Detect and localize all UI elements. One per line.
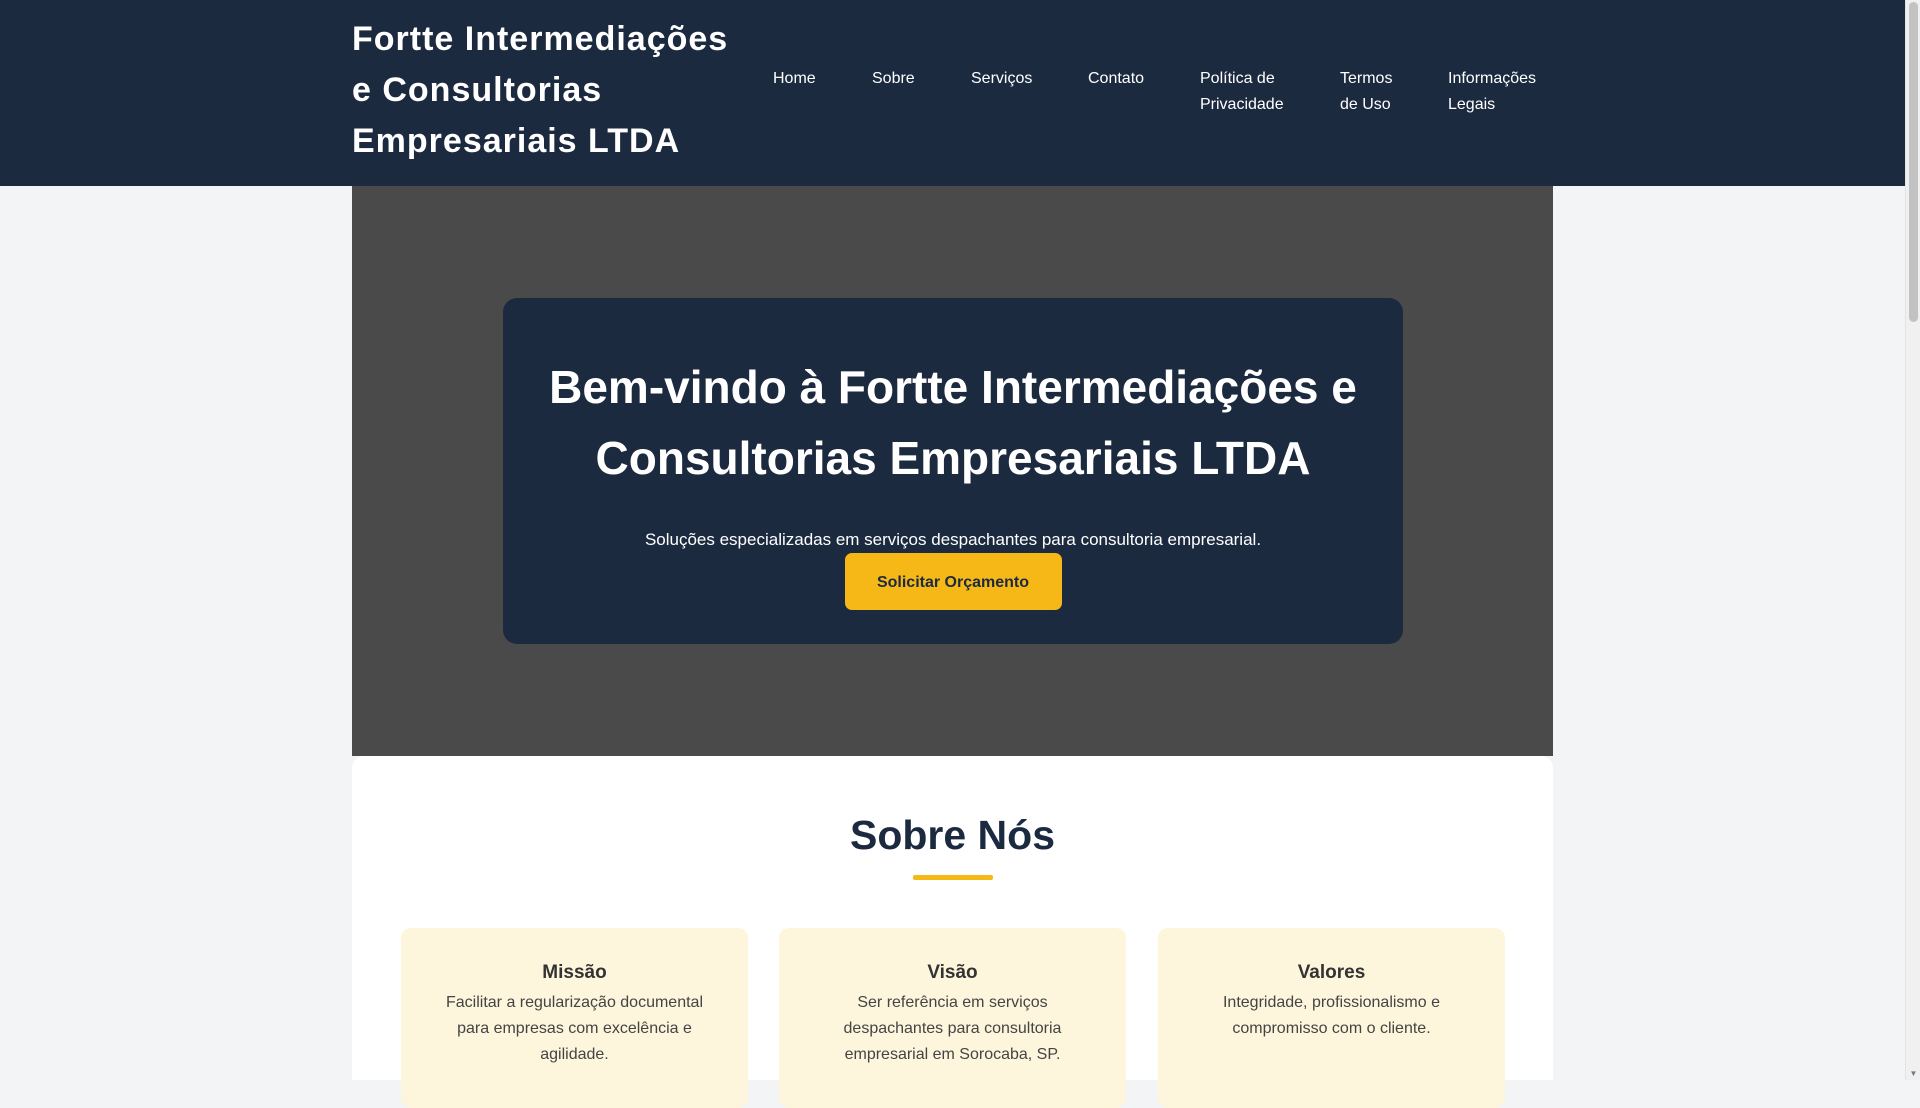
nav-termos-link[interactable]: Termos de Uso [1340, 66, 1400, 118]
about-section: Sobre Nós Missão Facilitar a regularizaç… [352, 756, 1553, 1108]
nav-sobre-link[interactable]: Sobre [872, 66, 915, 92]
hero-title: Bem-vindo à Fortte Intermediações e Cons… [549, 361, 1357, 484]
card-text: Integridade, profissionalismo e compromi… [1222, 994, 1440, 1037]
card-text: Ser referência em serviços despachantes … [843, 994, 1062, 1063]
card-title: Missão [542, 962, 607, 983]
card-title: Visão [927, 962, 978, 983]
request-quote-button[interactable]: Solicitar Orçamento [844, 553, 1062, 610]
mission-card: Missão Facilitar a regularização documen… [401, 928, 748, 1108]
title-underline [913, 875, 993, 880]
card-text: Facilitar a regularização documental par… [445, 994, 703, 1063]
nav-informacoes-link[interactable]: Informações Legais [1448, 66, 1548, 118]
values-card: Valores Integridade, profissionalismo e … [1158, 928, 1505, 1108]
nav-home-link[interactable]: Home [773, 66, 816, 92]
main-nav: Home Sobre Serviços Contato Política de … [0, 66, 1905, 126]
hero-card: Bem-vindo à Fortte Intermediações e Cons… [503, 298, 1403, 644]
page-scrollbar[interactable]: ▼ [1905, 0, 1920, 1080]
vision-card: Visão Ser referência em serviços despach… [779, 928, 1126, 1108]
site-header: Fortte Intermediações e Consultorias Emp… [0, 0, 1905, 186]
nav-privacidade-link[interactable]: Política de Privacidade [1200, 66, 1295, 118]
about-title: Sobre Nós [849, 812, 1056, 858]
scroll-down-icon[interactable]: ▼ [1906, 1069, 1920, 1078]
nav-servicos-link[interactable]: Serviços [971, 66, 1032, 92]
nav-contato-link[interactable]: Contato [1088, 66, 1144, 92]
hero-subtitle: Soluções especializadas em serviços desp… [644, 530, 1262, 549]
scrollbar-thumb[interactable] [1909, 2, 1918, 322]
card-title: Valores [1297, 962, 1366, 983]
